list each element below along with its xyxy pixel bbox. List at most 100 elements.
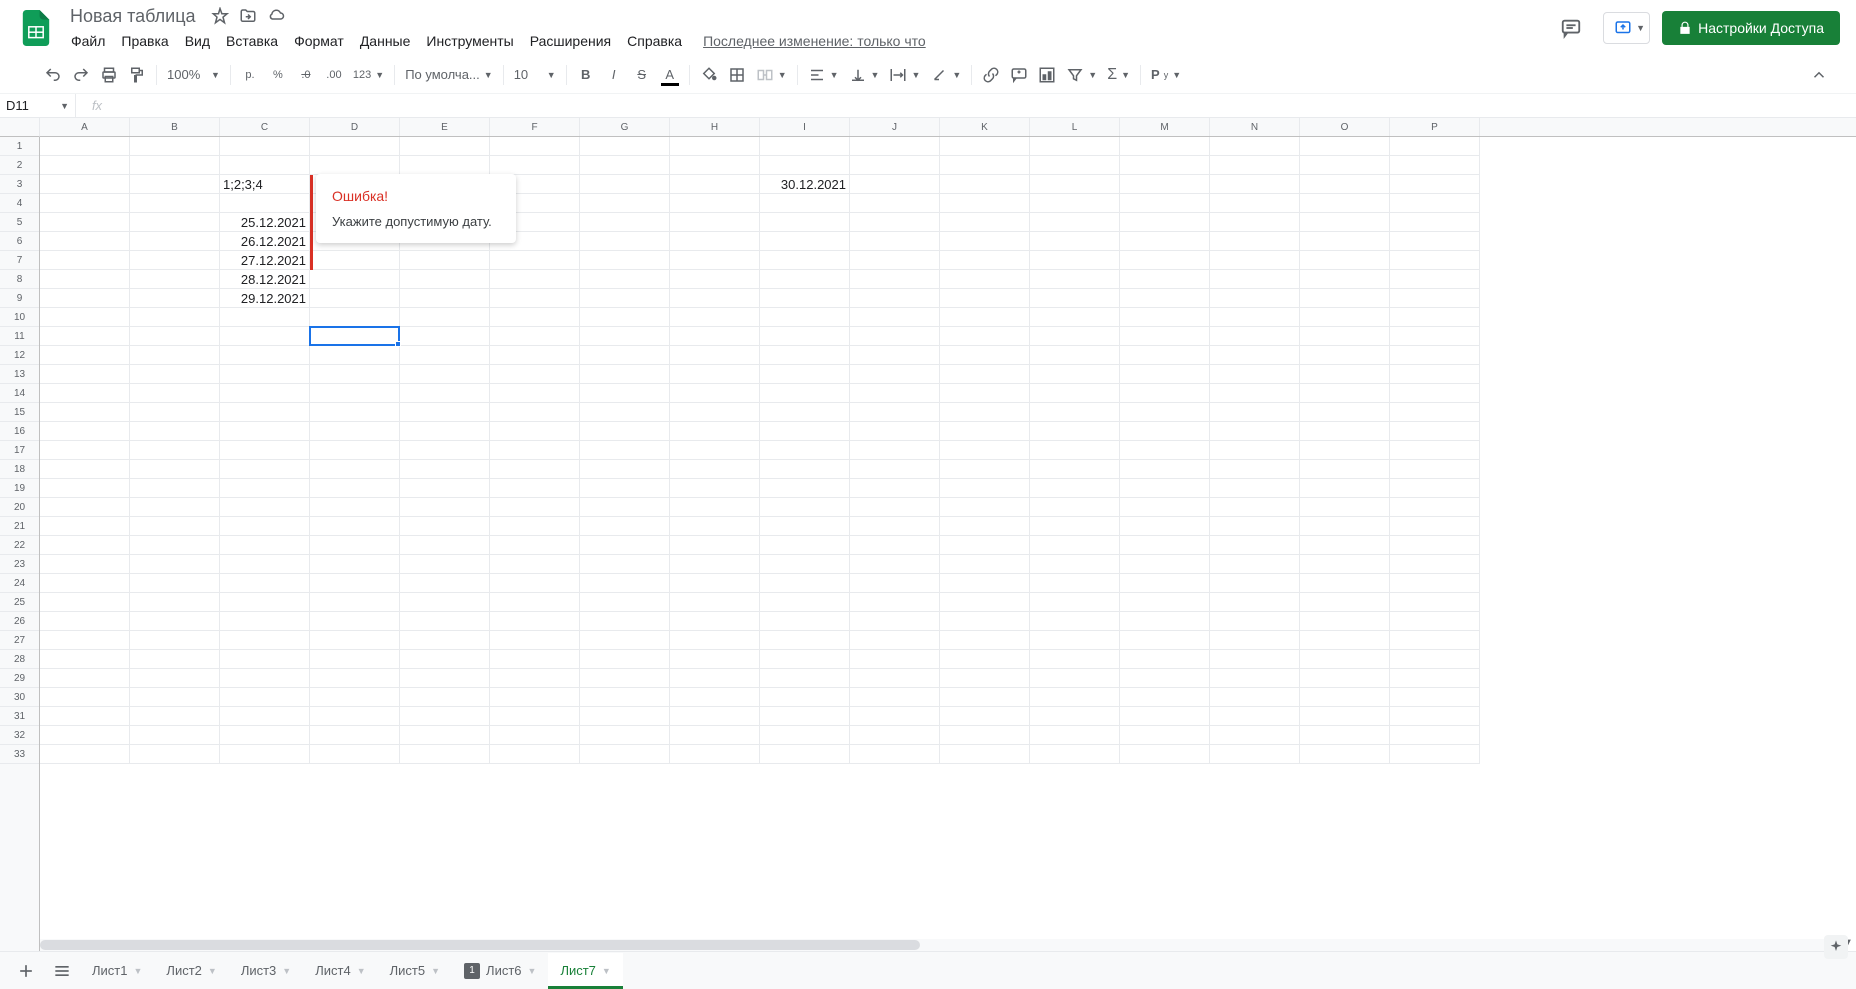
cell-J18[interactable]: [850, 460, 940, 479]
cell-B13[interactable]: [130, 365, 220, 384]
row-header-32[interactable]: 32: [0, 726, 39, 745]
cell-F28[interactable]: [490, 650, 580, 669]
cell-M5[interactable]: [1120, 213, 1210, 232]
menu-extensions[interactable]: Расширения: [523, 29, 618, 53]
cell-M25[interactable]: [1120, 593, 1210, 612]
cell-F19[interactable]: [490, 479, 580, 498]
cell-O24[interactable]: [1300, 574, 1390, 593]
cell-A6[interactable]: [40, 232, 130, 251]
cell-J7[interactable]: [850, 251, 940, 270]
cell-B27[interactable]: [130, 631, 220, 650]
cell-J26[interactable]: [850, 612, 940, 631]
cell-N7[interactable]: [1210, 251, 1300, 270]
cell-G20[interactable]: [580, 498, 670, 517]
cell-E23[interactable]: [400, 555, 490, 574]
cell-N32[interactable]: [1210, 726, 1300, 745]
cell-B23[interactable]: [130, 555, 220, 574]
cell-O23[interactable]: [1300, 555, 1390, 574]
cell-L17[interactable]: [1030, 441, 1120, 460]
cell-G31[interactable]: [580, 707, 670, 726]
cell-M8[interactable]: [1120, 270, 1210, 289]
cell-A31[interactable]: [40, 707, 130, 726]
col-header-N[interactable]: N: [1210, 118, 1300, 136]
cell-B28[interactable]: [130, 650, 220, 669]
formula-input[interactable]: [118, 94, 1856, 117]
menu-help[interactable]: Справка: [620, 29, 689, 53]
row-header-20[interactable]: 20: [0, 498, 39, 517]
cell-N5[interactable]: [1210, 213, 1300, 232]
cell-F17[interactable]: [490, 441, 580, 460]
cell-O6[interactable]: [1300, 232, 1390, 251]
cell-J28[interactable]: [850, 650, 940, 669]
cell-O26[interactable]: [1300, 612, 1390, 631]
cell-H29[interactable]: [670, 669, 760, 688]
cell-P8[interactable]: [1390, 270, 1480, 289]
cell-B32[interactable]: [130, 726, 220, 745]
cell-L27[interactable]: [1030, 631, 1120, 650]
cell-C13[interactable]: [220, 365, 310, 384]
cell-F22[interactable]: [490, 536, 580, 555]
cell-H24[interactable]: [670, 574, 760, 593]
cell-A24[interactable]: [40, 574, 130, 593]
cell-I4[interactable]: [760, 194, 850, 213]
cell-K14[interactable]: [940, 384, 1030, 403]
cell-M15[interactable]: [1120, 403, 1210, 422]
cell-L9[interactable]: [1030, 289, 1120, 308]
cell-G15[interactable]: [580, 403, 670, 422]
cell-K31[interactable]: [940, 707, 1030, 726]
cell-E27[interactable]: [400, 631, 490, 650]
cell-E20[interactable]: [400, 498, 490, 517]
cell-I21[interactable]: [760, 517, 850, 536]
cell-B5[interactable]: [130, 213, 220, 232]
cell-P1[interactable]: [1390, 137, 1480, 156]
cell-O4[interactable]: [1300, 194, 1390, 213]
cell-O27[interactable]: [1300, 631, 1390, 650]
cell-G27[interactable]: [580, 631, 670, 650]
zoom-dropdown[interactable]: 100%▼: [163, 62, 224, 88]
cell-I15[interactable]: [760, 403, 850, 422]
cell-M13[interactable]: [1120, 365, 1210, 384]
cell-J10[interactable]: [850, 308, 940, 327]
cell-B2[interactable]: [130, 156, 220, 175]
row-header-3[interactable]: 3: [0, 175, 39, 194]
cell-K24[interactable]: [940, 574, 1030, 593]
cell-P15[interactable]: [1390, 403, 1480, 422]
cell-D25[interactable]: [310, 593, 400, 612]
cell-C2[interactable]: [220, 156, 310, 175]
cell-B1[interactable]: [130, 137, 220, 156]
cell-I30[interactable]: [760, 688, 850, 707]
redo-icon[interactable]: [68, 62, 94, 88]
cell-C9[interactable]: 29.12.2021: [220, 289, 310, 308]
cell-J24[interactable]: [850, 574, 940, 593]
cell-G17[interactable]: [580, 441, 670, 460]
cell-L10[interactable]: [1030, 308, 1120, 327]
cell-O28[interactable]: [1300, 650, 1390, 669]
cell-K11[interactable]: [940, 327, 1030, 346]
cell-A17[interactable]: [40, 441, 130, 460]
cell-J23[interactable]: [850, 555, 940, 574]
cell-H21[interactable]: [670, 517, 760, 536]
cell-P16[interactable]: [1390, 422, 1480, 441]
cell-B24[interactable]: [130, 574, 220, 593]
cell-L4[interactable]: [1030, 194, 1120, 213]
cell-N25[interactable]: [1210, 593, 1300, 612]
cell-D15[interactable]: [310, 403, 400, 422]
cell-K30[interactable]: [940, 688, 1030, 707]
cell-K7[interactable]: [940, 251, 1030, 270]
cell-G7[interactable]: [580, 251, 670, 270]
cell-G23[interactable]: [580, 555, 670, 574]
cell-N27[interactable]: [1210, 631, 1300, 650]
cell-E1[interactable]: [400, 137, 490, 156]
cell-M16[interactable]: [1120, 422, 1210, 441]
cell-A3[interactable]: [40, 175, 130, 194]
cell-H1[interactable]: [670, 137, 760, 156]
chart-button[interactable]: [1034, 62, 1060, 88]
cell-K20[interactable]: [940, 498, 1030, 517]
row-header-31[interactable]: 31: [0, 707, 39, 726]
cell-K23[interactable]: [940, 555, 1030, 574]
cell-E28[interactable]: [400, 650, 490, 669]
cell-M19[interactable]: [1120, 479, 1210, 498]
cell-F30[interactable]: [490, 688, 580, 707]
cell-D22[interactable]: [310, 536, 400, 555]
cell-C3[interactable]: 1;2;3;4: [220, 175, 310, 194]
